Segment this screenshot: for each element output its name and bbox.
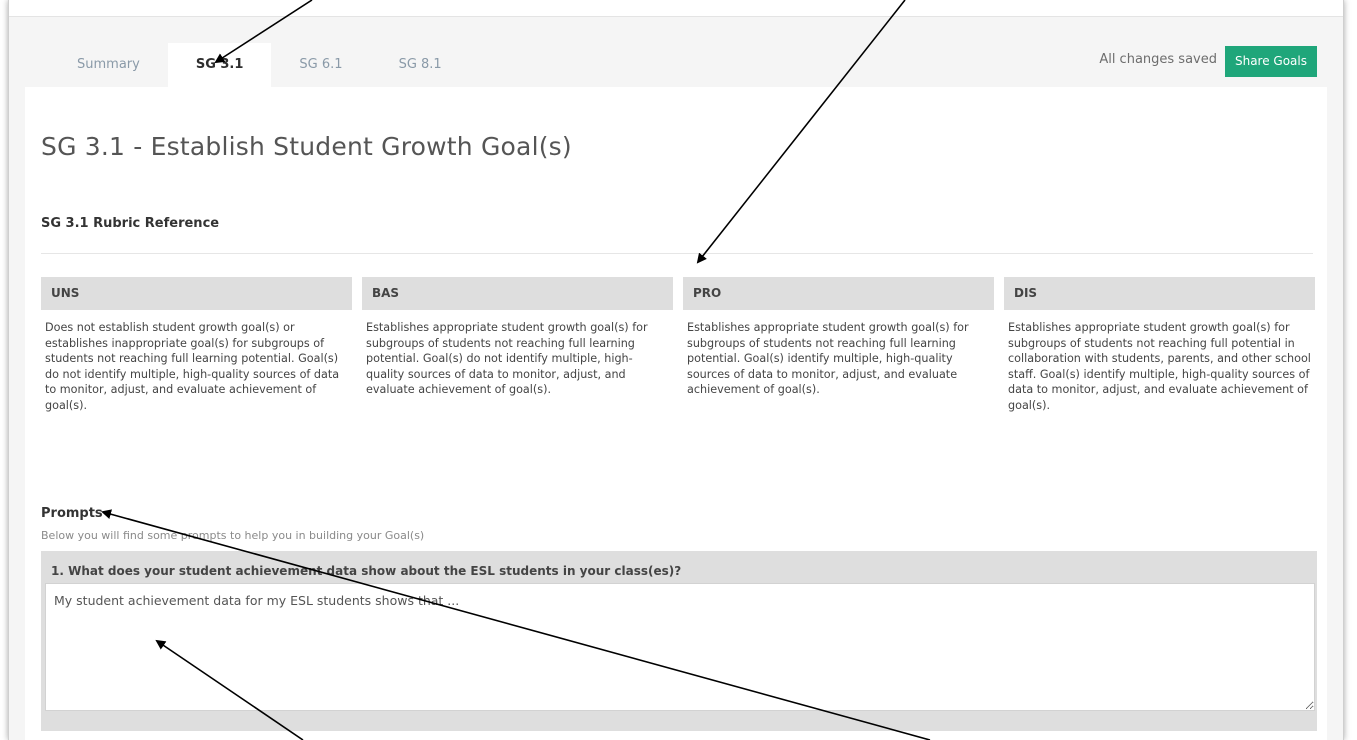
prompts-subtitle: Below you will find some prompts to help… xyxy=(41,529,425,542)
rubric-level-description: Establishes appropriate student growth g… xyxy=(366,321,648,397)
rubric-column-dis: DIS Establishes appropriate student grow… xyxy=(1004,277,1315,414)
rubric-column-bas: BAS Establishes appropriate student grow… xyxy=(362,277,673,414)
rubric-level-header: PRO xyxy=(683,277,994,310)
rubric-column-pro: PRO Establishes appropriate student grow… xyxy=(683,277,994,414)
rubric-level-description: Establishes appropriate student growth g… xyxy=(687,321,969,397)
prompt-question-1: 1. What does your student achievement da… xyxy=(41,551,1317,731)
rubric-level-header: DIS xyxy=(1004,277,1315,310)
rubric-column-uns: UNS Does not establish student growth go… xyxy=(41,277,352,414)
rubric-level-header: UNS xyxy=(41,277,352,310)
frame-top-bar xyxy=(9,0,1343,17)
tab-sg-8-1[interactable]: SG 8.1 xyxy=(371,43,470,87)
answer-textarea[interactable]: My student achievement data for my ESL s… xyxy=(45,583,1315,711)
question-label: 1. What does your student achievement da… xyxy=(51,564,682,578)
prompts-heading: Prompts xyxy=(41,506,103,521)
goal-panel: SG 3.1 - Establish Student Growth Goal(s… xyxy=(25,87,1327,740)
rubric-table: UNS Does not establish student growth go… xyxy=(41,277,1317,414)
tab-summary[interactable]: Summary xyxy=(49,43,168,87)
save-status: All changes saved xyxy=(1099,52,1217,67)
rubric-reference-heading: SG 3.1 Rubric Reference xyxy=(41,216,220,231)
rubric-level-description: Does not establish student growth goal(s… xyxy=(45,321,340,412)
tab-sg-6-1[interactable]: SG 6.1 xyxy=(271,43,370,87)
page-title: SG 3.1 - Establish Student Growth Goal(s… xyxy=(41,132,572,161)
tab-sg-3-1[interactable]: SG 3.1 xyxy=(167,43,272,87)
rubric-level-description: Establishes appropriate student growth g… xyxy=(1008,321,1311,412)
share-goals-button[interactable]: Share Goals xyxy=(1224,46,1317,77)
rubric-level-header: BAS xyxy=(362,277,673,310)
section-divider xyxy=(41,253,1313,254)
app-frame: Summary SG 3.1 SG 6.1 SG 8.1 All changes… xyxy=(8,0,1344,740)
tab-bar: Summary SG 3.1 SG 6.1 SG 8.1 xyxy=(49,43,470,87)
